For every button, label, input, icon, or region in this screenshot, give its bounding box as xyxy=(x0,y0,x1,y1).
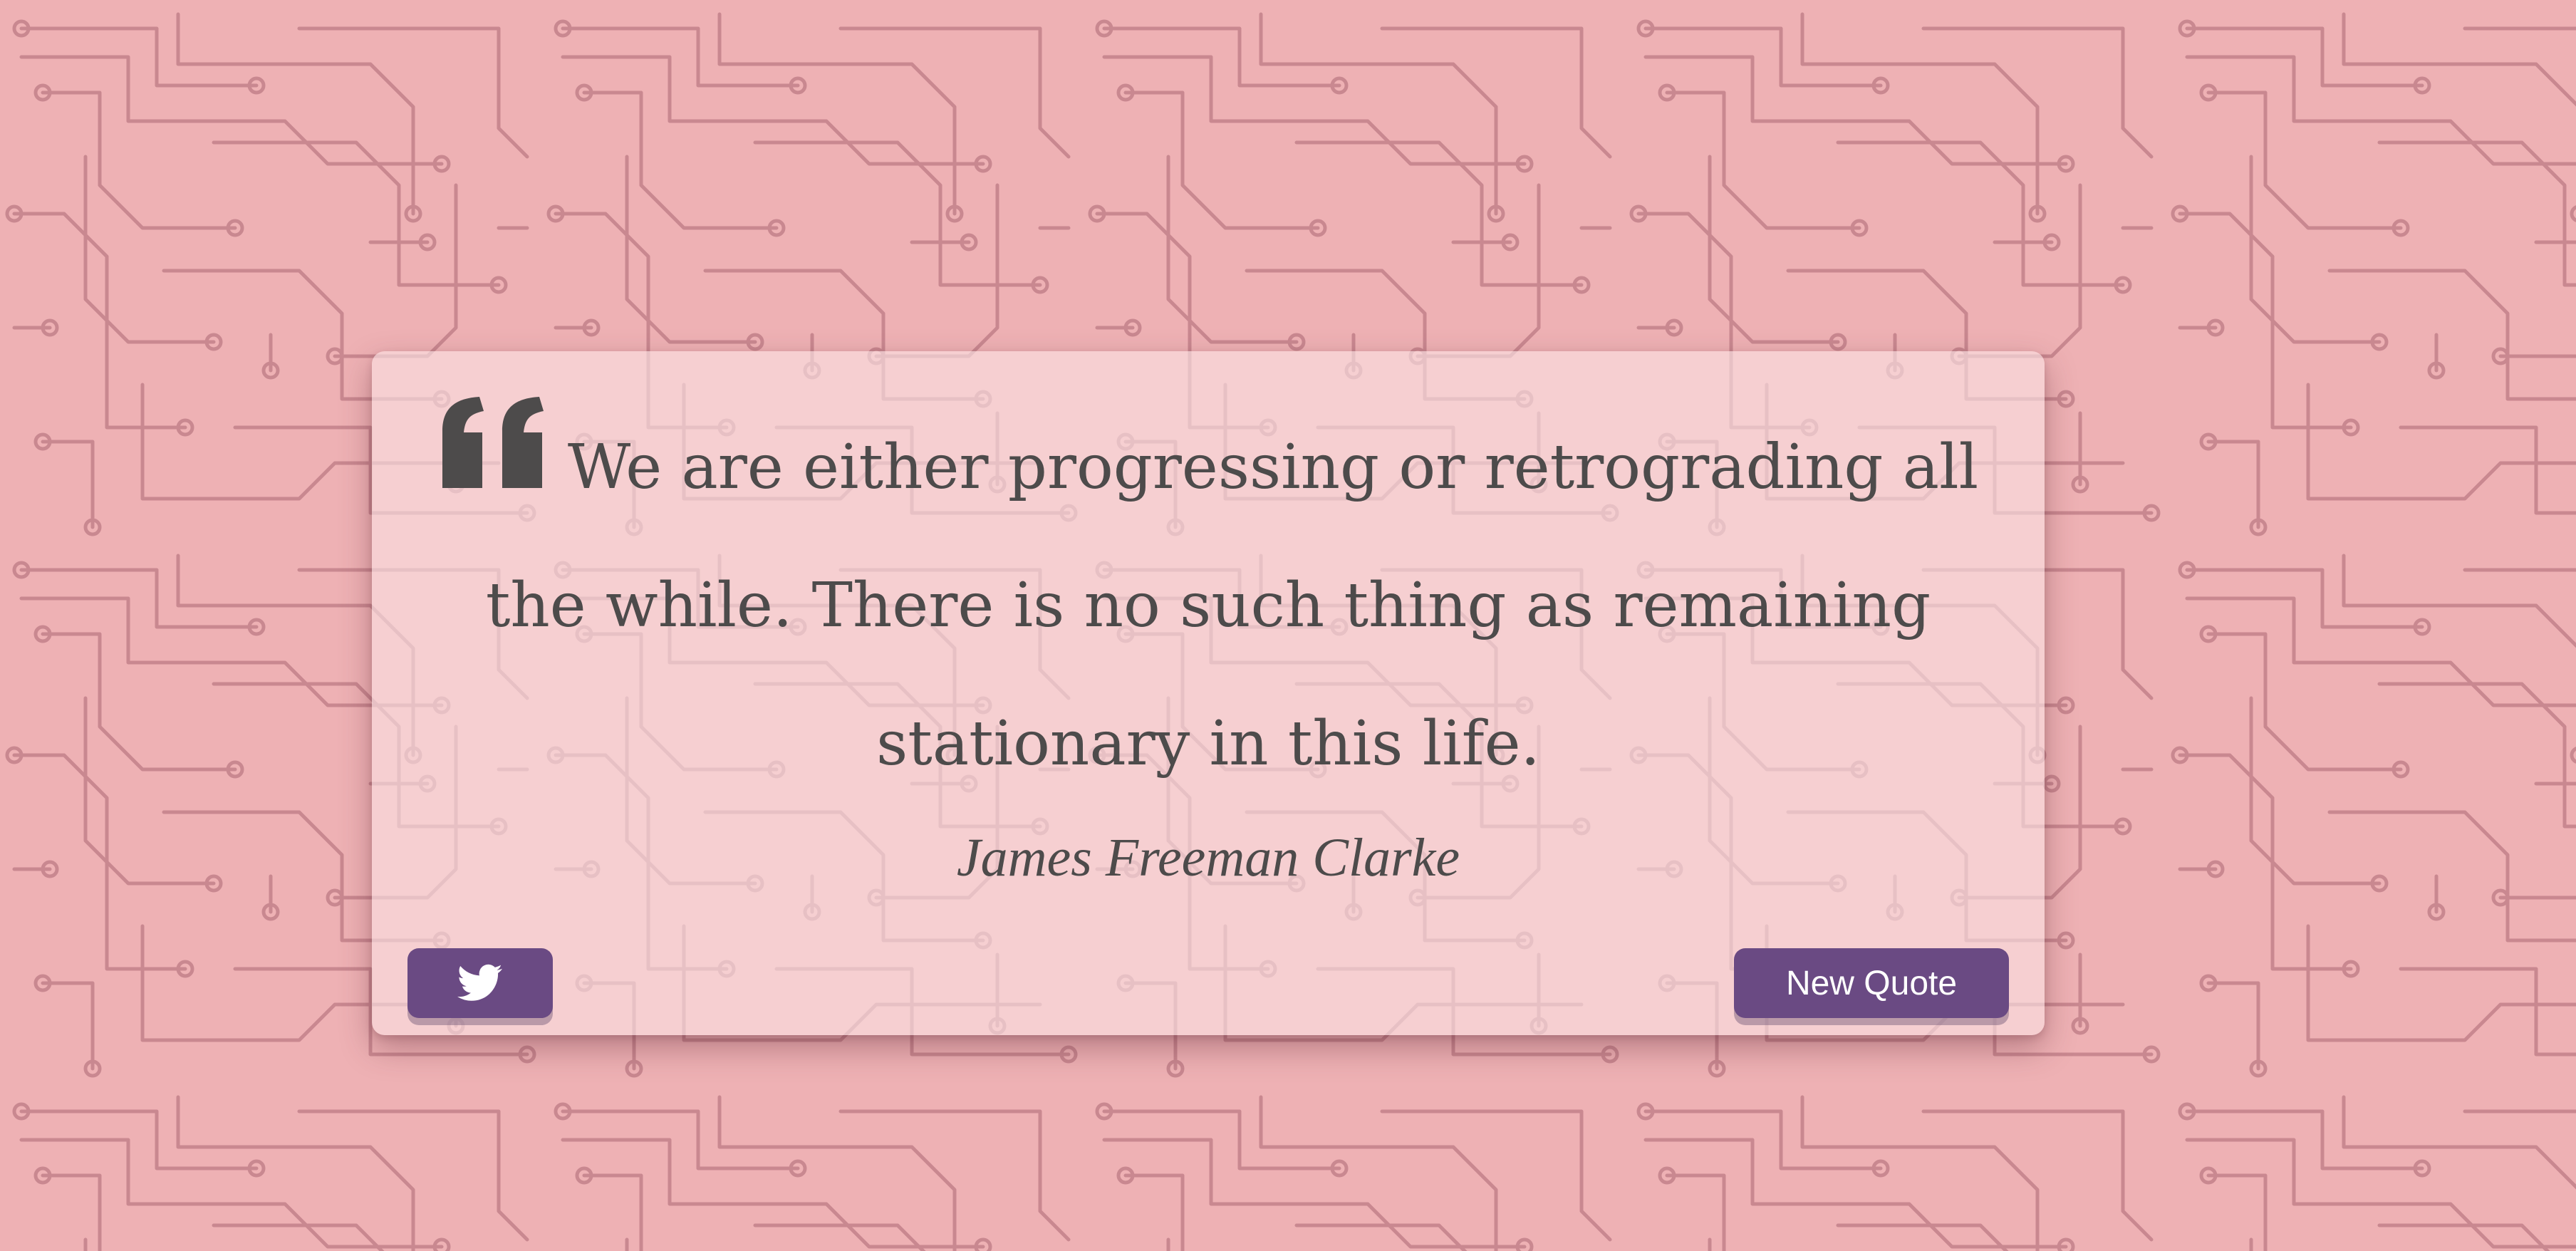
quote-text: We are either progressing or retrogradin… xyxy=(485,432,1979,779)
new-quote-button[interactable]: New Quote xyxy=(1734,948,2009,1018)
twitter-icon xyxy=(457,964,502,1001)
tweet-button[interactable] xyxy=(407,948,553,1018)
quote-mark-icon xyxy=(442,397,544,488)
quote-text-block: We are either progressing or retrogradin… xyxy=(436,394,1980,813)
quote-card: We are either progressing or retrogradin… xyxy=(372,351,2045,1035)
quote-author: James Freeman Clarke xyxy=(956,828,1460,888)
